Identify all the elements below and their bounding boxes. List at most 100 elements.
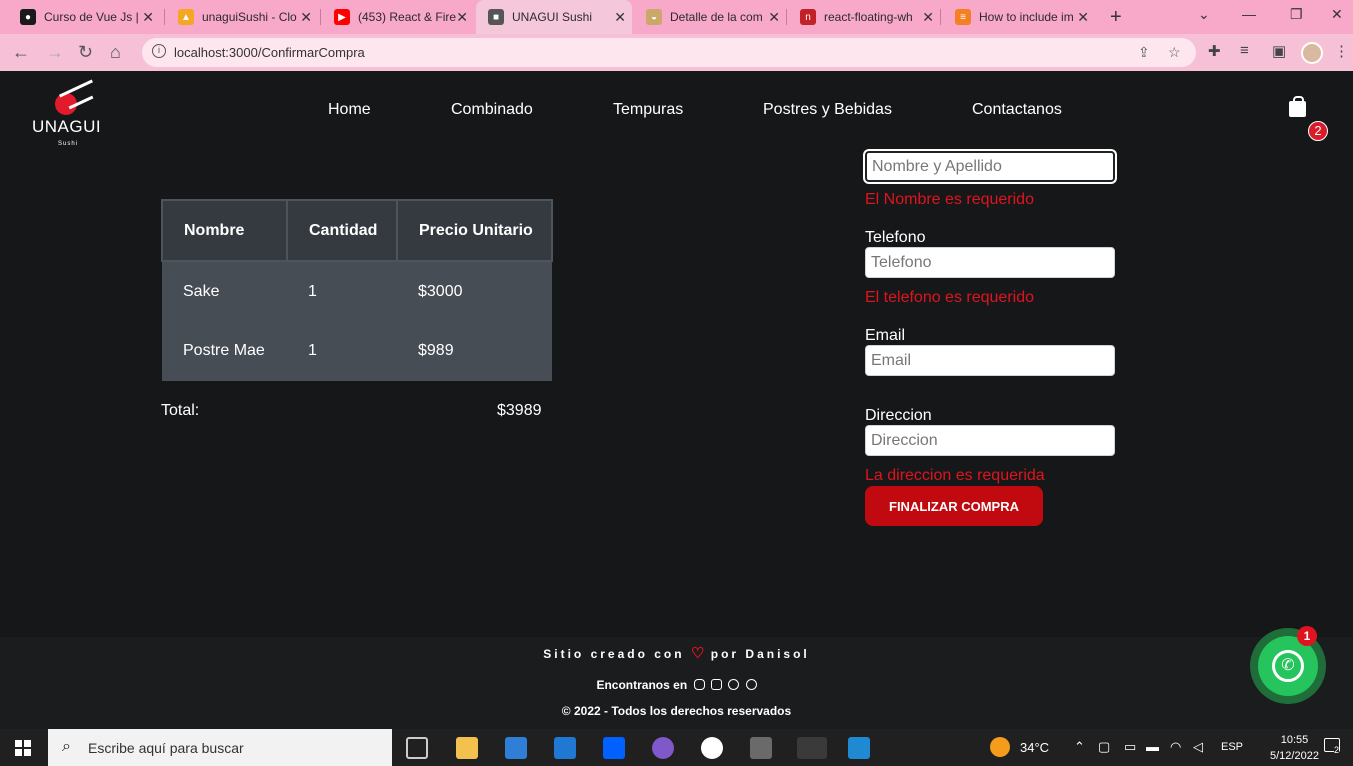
task-view-icon[interactable] (406, 737, 428, 759)
cell-unit-price: $3000 (397, 261, 552, 321)
footer-credit: Sitio creado con ♡ por Danisol (0, 644, 1353, 662)
nav-postres-bebidas[interactable]: Postres y Bebidas (763, 101, 892, 119)
nav-tempuras[interactable]: Tempuras (613, 101, 683, 119)
firebase-icon: ▲ (178, 9, 194, 25)
back-button[interactable]: ← (12, 42, 30, 63)
cell-unit-price: $989 (397, 321, 552, 381)
instagram-icon[interactable] (693, 679, 705, 690)
column-header: Cantidad (286, 199, 398, 262)
close-icon[interactable]: ✕ (614, 9, 626, 26)
menu-kebab-icon[interactable]: ⋮ (1334, 42, 1349, 60)
vscode-icon[interactable] (848, 737, 870, 759)
tab-label: Detalle de la com (670, 10, 763, 24)
browser-tab[interactable]: ▲ unaguiSushi - Clo ✕ (158, 0, 318, 34)
chevron-down-icon[interactable]: ⌄ (1198, 6, 1210, 23)
microsoft-store-icon[interactable] (505, 737, 527, 759)
github-desktop-icon[interactable] (701, 737, 723, 759)
forward-button[interactable]: → (46, 42, 64, 63)
browser-tab[interactable]: ≡ How to include im ✕ (935, 0, 1095, 34)
extensions-icon[interactable]: ✚ (1208, 42, 1221, 60)
npm-icon: n (800, 9, 816, 25)
info-icon[interactable]: i (152, 44, 166, 58)
new-tab-button[interactable]: + (1110, 6, 1122, 29)
site-logo[interactable]: UNAGUI Sushi (28, 77, 108, 147)
tab-label: Curso de Vue Js | (44, 10, 139, 24)
window-close-button[interactable]: ✕ (1331, 6, 1343, 23)
cell-quantity: 1 (287, 261, 397, 321)
tab-label: How to include im (979, 10, 1074, 24)
search-icon: ⌕ (62, 738, 71, 755)
close-icon[interactable]: ✕ (142, 9, 154, 26)
close-icon[interactable]: ✕ (456, 9, 468, 26)
minimize-button[interactable]: — (1242, 6, 1256, 22)
credit-author: por Danisol (710, 647, 810, 661)
close-icon[interactable]: ✕ (1077, 9, 1089, 26)
chrome-icon[interactable] (797, 737, 827, 759)
taskbar-clock[interactable]: 10:55 5/12/2022 (1270, 732, 1319, 764)
bookmark-star-icon[interactable]: ☆ (1168, 44, 1181, 61)
volume-icon[interactable]: ◁ (1193, 739, 1203, 755)
mail-icon[interactable] (554, 737, 576, 759)
phone-error: El telefono es requerido (865, 289, 1034, 306)
twitter-icon[interactable] (728, 679, 740, 690)
heart-icon: ♡ (690, 645, 705, 662)
dropbox-icon[interactable] (603, 737, 625, 759)
taskbar-search[interactable]: ⌕ Escribe aquí para buscar (48, 729, 392, 766)
wifi-icon[interactable]: ◠ (1170, 739, 1181, 755)
stackoverflow-icon: ≡ (955, 9, 971, 25)
media-control-icon[interactable]: ≡ (1240, 42, 1249, 59)
github-icon[interactable] (745, 679, 757, 690)
total-label: Total: (161, 402, 200, 419)
battery-icon[interactable]: ▬ (1146, 739, 1159, 754)
cell-product-name: Sake (162, 261, 287, 321)
weather-icon[interactable] (990, 737, 1010, 757)
notification-center-icon[interactable]: 2 (1324, 738, 1340, 755)
shopping-bag-icon[interactable] (1289, 96, 1306, 117)
notification-app-icon[interactable] (652, 737, 674, 759)
close-icon[interactable]: ✕ (300, 9, 312, 26)
chevron-up-icon[interactable]: ⌃ (1074, 739, 1085, 755)
browser-tab[interactable]: ● Curso de Vue Js | ✕ (0, 0, 160, 34)
calculator-icon[interactable] (750, 737, 772, 759)
url-text[interactable]: localhost:3000/ConfirmarCompra (174, 45, 365, 60)
side-panel-icon[interactable]: ▣ (1272, 42, 1286, 60)
facebook-icon[interactable] (710, 679, 722, 690)
temperature[interactable]: 34°C (1020, 740, 1049, 755)
clock-date: 5/12/2022 (1270, 750, 1319, 762)
home-button[interactable]: ⌂ (110, 42, 121, 63)
browser-tab-active[interactable]: ■ UNAGUI Sushi ✕ (476, 0, 632, 34)
file-explorer-icon[interactable] (456, 737, 478, 759)
credit-text: Sitio creado con (543, 647, 685, 661)
name-field[interactable] (865, 151, 1115, 182)
cell-quantity: 1 (287, 321, 397, 381)
email-field[interactable] (865, 345, 1115, 376)
browser-toolbar: ← → ↻ ⌂ i localhost:3000/ConfirmarCompra… (0, 34, 1353, 71)
camera-icon[interactable]: ▭ (1124, 739, 1136, 755)
finalize-purchase-button[interactable]: FINALIZAR COMPRA (865, 486, 1043, 526)
share-icon[interactable]: ⇪ (1138, 44, 1150, 61)
windows-start-icon[interactable] (15, 740, 31, 756)
language-indicator[interactable]: ESP (1221, 741, 1243, 753)
tray-app-icon[interactable]: ▢ (1098, 739, 1110, 755)
search-placeholder: Escribe aquí para buscar (88, 740, 244, 756)
table-row: Postre Mae 1 $989 (162, 321, 552, 381)
reload-button[interactable]: ↻ (78, 42, 93, 63)
address-field[interactable] (865, 425, 1115, 456)
nav-contactanos[interactable]: Contactanos (972, 101, 1062, 119)
profile-avatar[interactable] (1301, 42, 1323, 64)
browser-tab[interactable]: n react-floating-wh ✕ (780, 0, 940, 34)
social-label: Encontranos en (596, 678, 688, 692)
nav-home[interactable]: Home (328, 101, 371, 119)
tab-label: unaguiSushi - Clo (202, 10, 297, 24)
restore-button[interactable]: ❐ (1290, 6, 1303, 23)
browser-tab[interactable]: ◒ Detalle de la com ✕ (626, 0, 786, 34)
tab-label: UNAGUI Sushi (512, 10, 593, 24)
close-icon[interactable]: ✕ (922, 9, 934, 26)
logo-subtitle: Sushi (58, 141, 79, 147)
order-summary-table: Nombre Cantidad Precio Unitario Sake 1 $… (161, 199, 553, 381)
close-icon[interactable]: ✕ (768, 9, 780, 26)
browser-tab[interactable]: ▶ (453) React & Fire ✕ (314, 0, 474, 34)
phone-field[interactable] (865, 247, 1115, 278)
address-bar[interactable]: i localhost:3000/ConfirmarCompra ⇪ ☆ (142, 38, 1196, 67)
nav-combinado[interactable]: Combinado (451, 101, 533, 119)
